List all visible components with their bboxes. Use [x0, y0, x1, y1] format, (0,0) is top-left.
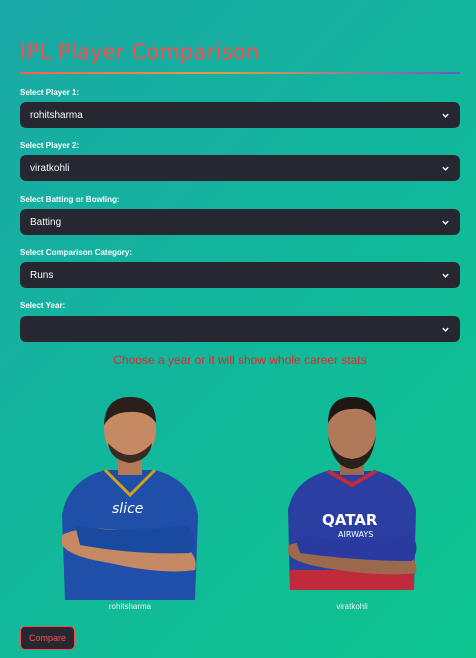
player1-card: slice rohitsharma: [50, 385, 210, 615]
category-select-value: Runs: [30, 269, 54, 281]
chevron-down-icon: [441, 111, 450, 120]
svg-text:slice: slice: [112, 501, 143, 517]
player2-card: QATAR AIRWAYS viratkohli: [272, 385, 432, 615]
svg-text:QATAR: QATAR: [322, 511, 378, 529]
player2-label: Select Player 2:: [20, 141, 80, 150]
compare-button[interactable]: Compare: [20, 626, 75, 650]
page-title: IPL Player Comparison: [20, 40, 260, 64]
player1-caption: rohitsharma: [108, 602, 152, 611]
category-select[interactable]: Runs: [20, 262, 460, 288]
player2-select[interactable]: viratkohli: [20, 155, 460, 181]
mode-select-value: Batting: [30, 216, 62, 228]
player1-photo: slice: [62, 397, 198, 600]
player1-label: Select Player 1:: [20, 88, 80, 97]
mode-label: Select Batting or Bowling:: [20, 195, 120, 204]
player2-select-value: viratkohli: [30, 162, 70, 174]
player2-caption: viratkohli: [336, 602, 368, 611]
chevron-down-icon: [441, 164, 450, 173]
year-label: Select Year:: [20, 301, 66, 310]
chevron-down-icon: [441, 271, 450, 280]
chevron-down-icon: [441, 218, 450, 227]
player1-select-value: rohitsharma: [30, 109, 83, 121]
year-hint: Choose a year or it will show whole care…: [113, 353, 367, 367]
mode-select[interactable]: Batting: [20, 209, 460, 235]
player1-select[interactable]: rohitsharma: [20, 102, 460, 128]
player2-photo: QATAR AIRWAYS: [288, 397, 417, 590]
year-select[interactable]: [20, 316, 460, 342]
chevron-down-icon: [441, 325, 450, 334]
category-label: Select Comparison Category:: [20, 248, 133, 257]
svg-text:AIRWAYS: AIRWAYS: [338, 530, 373, 539]
title-divider: [20, 72, 460, 74]
